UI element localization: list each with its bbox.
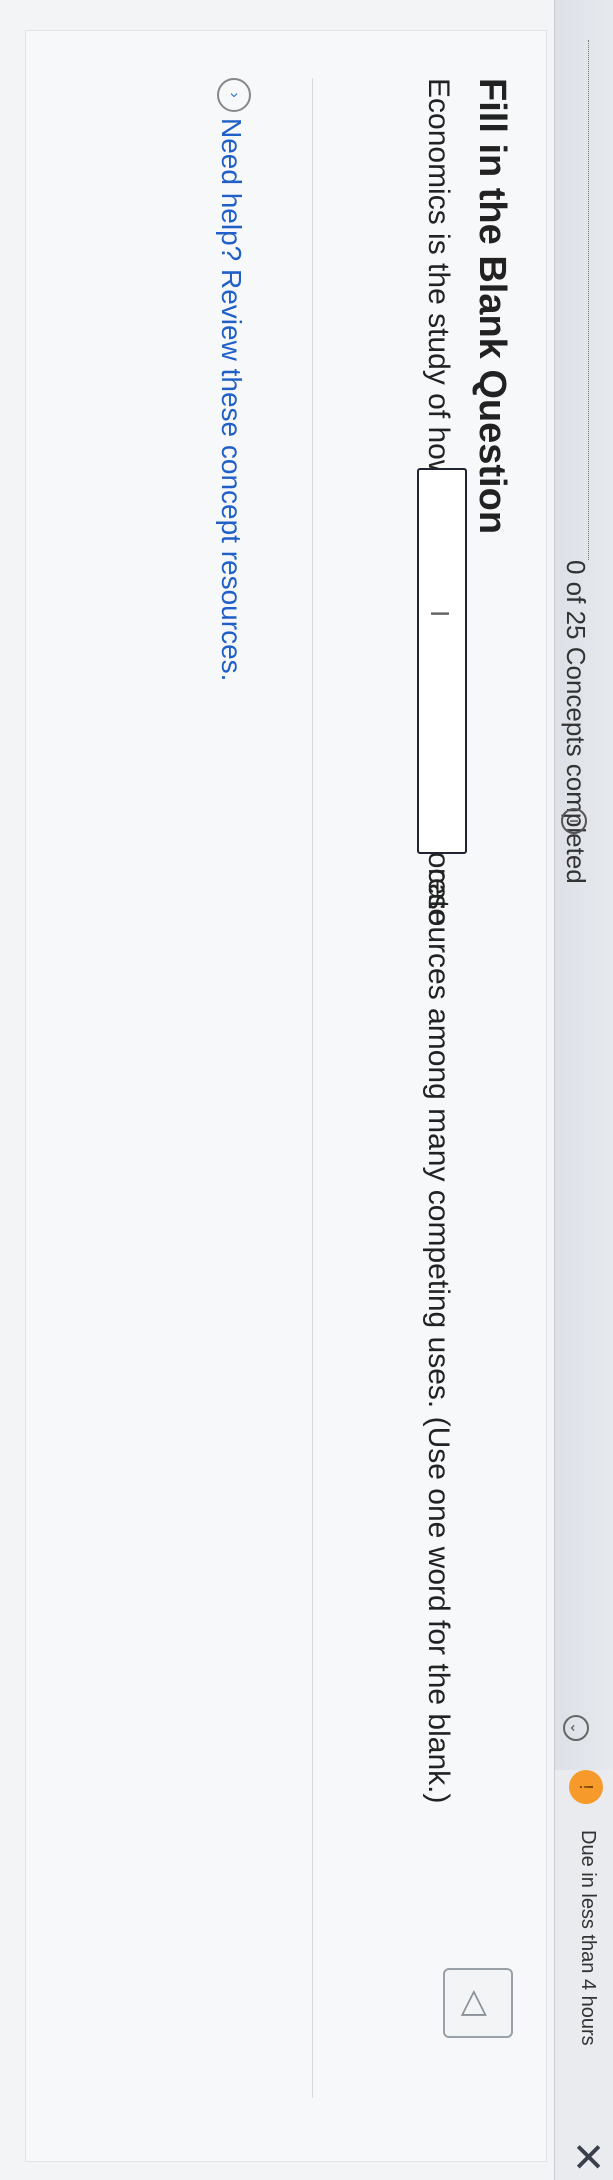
divider (312, 78, 313, 2098)
fill-blank-input[interactable]: I (417, 468, 467, 854)
reading-button[interactable]: ◁ (443, 1968, 513, 2038)
question-card (25, 30, 547, 2162)
help-resources-link[interactable]: Need help? Review these concept resource… (215, 118, 247, 681)
alert-icon: ! (569, 1770, 603, 1804)
due-text: Due in less than 4 hours (577, 1830, 599, 2046)
progress-track (588, 40, 597, 560)
top-bar: 0 of 25 Concepts completed i ⌄ ! Due in … (554, 0, 613, 2180)
question-text-after: resources among many competing uses. (Us… (422, 868, 455, 1804)
info-icon[interactable]: i (561, 808, 587, 834)
page: 0 of 25 Concepts completed i ⌄ ! Due in … (0, 0, 613, 2180)
text-cursor-icon: I (425, 610, 455, 618)
close-icon[interactable]: ✕ (565, 2140, 609, 2174)
chevron-down-icon[interactable]: ⌄ (563, 1715, 589, 1741)
question-title: Fill in the Blank Question (471, 78, 513, 535)
chevron-right-icon[interactable]: › (217, 78, 251, 112)
progress-label: 0 of 25 Concepts completed (561, 560, 591, 884)
